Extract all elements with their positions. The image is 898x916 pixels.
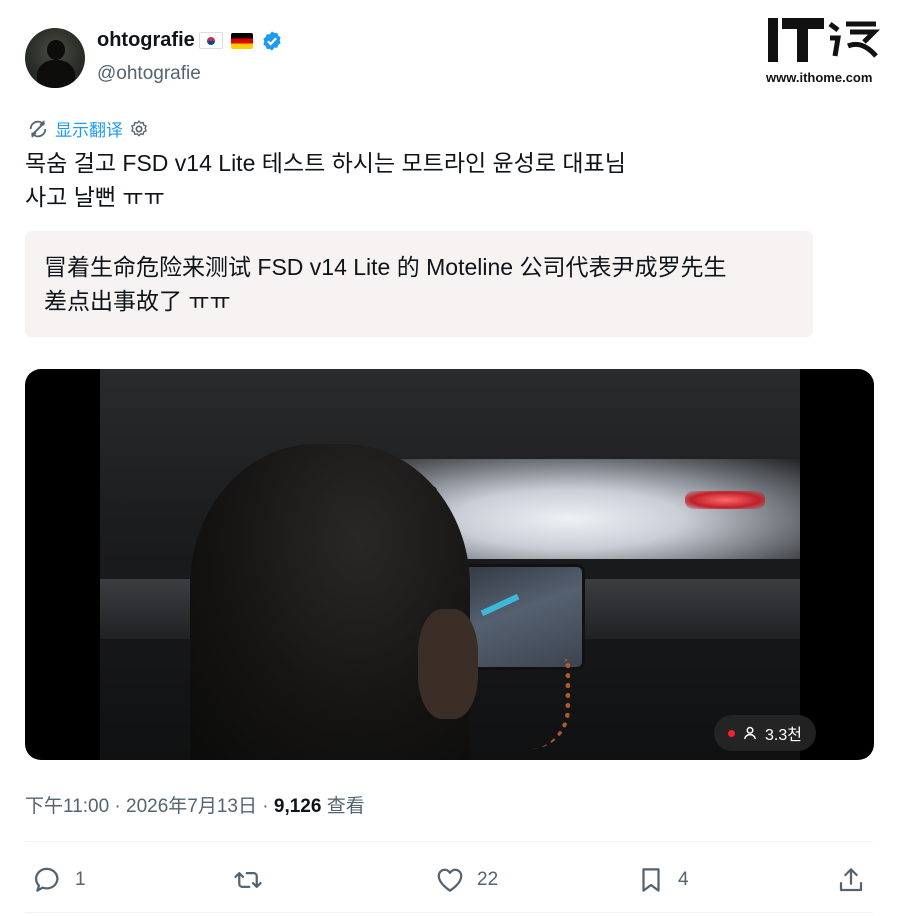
tweet-time[interactable]: 下午11:00	[25, 796, 109, 817]
share-button[interactable]	[836, 862, 866, 898]
verified-badge-icon[interactable]	[261, 30, 283, 52]
like-button[interactable]: 22	[435, 862, 498, 898]
ithome-logo	[766, 16, 886, 71]
reply-button[interactable]: 1	[33, 862, 86, 898]
meta-separator: ·	[262, 796, 269, 817]
tweet-meta: 下午11:00 · 2026年7月13日 · 9,126 查看	[25, 791, 365, 818]
views-label: 查看	[326, 796, 365, 817]
bookmark-icon	[642, 868, 660, 892]
live-viewers-count: 3.3천	[765, 727, 802, 744]
tweet-text-line: 사고 날뻔 ㅠㅠ	[25, 184, 165, 210]
translation-text-line: 差点出事故了 ㅠㅠ	[44, 288, 231, 314]
video-hand	[418, 609, 478, 719]
like-count: 22	[477, 869, 499, 890]
video-player[interactable]: 3.3천	[25, 369, 874, 760]
translation-text: 冒着生命危险来测试 FSD v14 Lite 的 Moteline 公司代表尹成…	[44, 250, 726, 318]
live-viewers-badge[interactable]: 3.3천	[714, 715, 816, 751]
south-korea-flag-icon	[198, 32, 223, 49]
germany-flag-icon	[230, 32, 253, 49]
retweet-button[interactable]	[233, 862, 275, 898]
video-cable	[485, 659, 570, 749]
author-handle[interactable]: @ohtografie	[97, 63, 201, 85]
tweet-text-line: 목숨 걸고 FSD v14 Lite 테스트 하시는 모트라인 윤성로 대표님	[25, 150, 626, 176]
ithome-url: www.ithome.com	[766, 70, 873, 85]
video-taillight	[685, 491, 765, 509]
retweet-icon	[234, 872, 262, 888]
author-avatar[interactable]	[25, 28, 85, 88]
gear-icon[interactable]	[129, 119, 149, 139]
person-icon	[743, 726, 757, 740]
avatar-silhouette-head	[47, 40, 65, 60]
translation-text-line: 冒着生命危险来测试 FSD v14 Lite 的 Moteline 公司代表尹成…	[44, 254, 727, 280]
author-display-name[interactable]: ohtografie	[97, 29, 195, 52]
reply-count: 1	[75, 869, 86, 890]
heart-icon	[437, 868, 463, 892]
translate-icon	[29, 120, 47, 137]
share-icon	[839, 868, 863, 892]
tweet-date[interactable]: 2026年7月13日	[126, 796, 257, 817]
bookmark-button[interactable]: 4	[636, 862, 689, 898]
ithome-logo-mark	[768, 18, 881, 62]
author-name-row[interactable]: ohtografie	[97, 29, 283, 52]
live-dot-icon	[728, 729, 735, 737]
video-driver	[190, 444, 470, 760]
show-translation-row[interactable]: 显示翻译	[27, 116, 149, 141]
divider-top	[25, 841, 873, 842]
show-translation-link[interactable]: 显示翻译	[55, 116, 123, 141]
divider-bottom	[25, 912, 873, 913]
avatar-silhouette-body	[37, 60, 75, 88]
reply-icon	[34, 867, 59, 892]
video-frame	[100, 369, 800, 760]
views-count: 9,126	[273, 796, 322, 817]
bookmark-count: 4	[678, 869, 689, 890]
tweet-text: 목숨 걸고 FSD v14 Lite 테스트 하시는 모트라인 윤성로 대표님 …	[25, 146, 845, 214]
meta-separator: ·	[114, 796, 121, 817]
